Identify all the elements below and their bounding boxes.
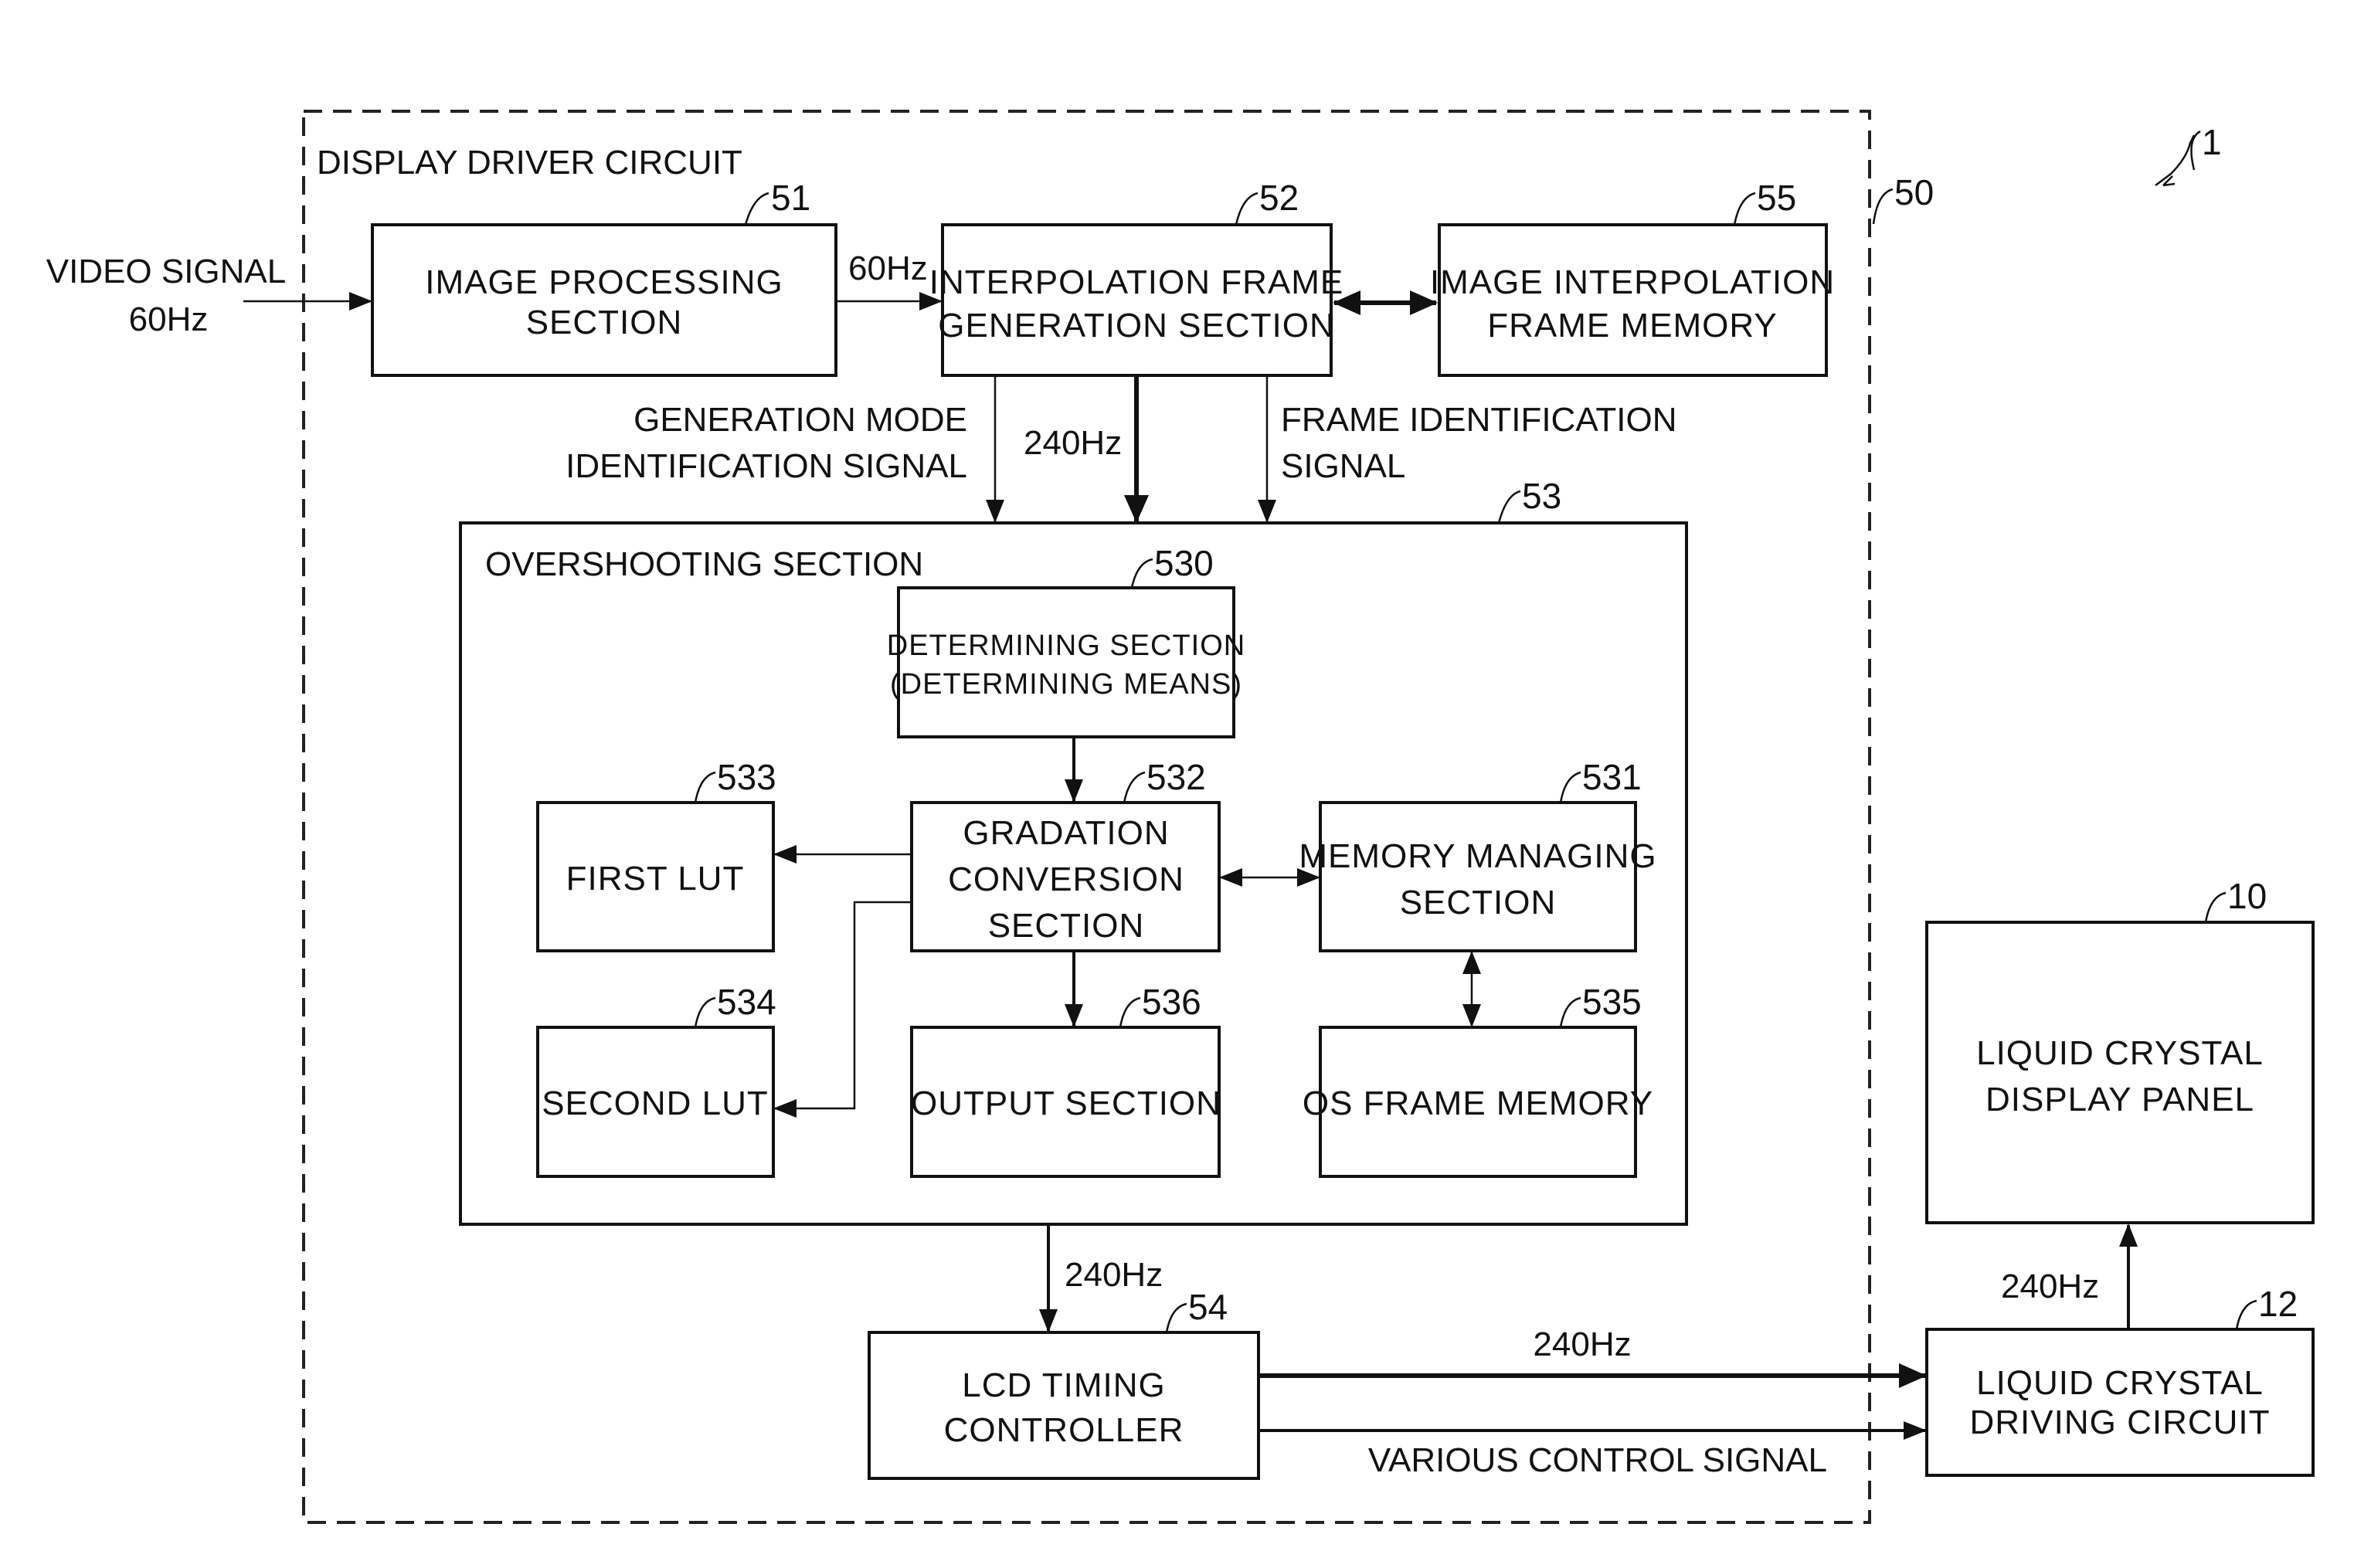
- block-text: MEMORY MANAGING: [1299, 837, 1656, 875]
- block-text: LIQUID CRYSTAL: [1976, 1034, 2264, 1072]
- signal-label-gen-mode-1: GENERATION MODE: [634, 401, 967, 439]
- signal-label-os-to-tc: 240Hz: [1065, 1256, 1163, 1294]
- ref-532: 532: [1146, 757, 1206, 797]
- block-text: CONTROLLER: [944, 1411, 1184, 1449]
- ref-530: 530: [1154, 543, 1214, 583]
- signal-label-video-freq: 60Hz: [129, 300, 209, 338]
- block-text: SECOND LUT: [542, 1084, 769, 1122]
- figure-ref-number: 1: [2202, 122, 2222, 162]
- block-text: DETERMINING SECTION: [887, 630, 1245, 662]
- signal-label-frame-id-2: SIGNAL: [1281, 447, 1405, 485]
- block-text: (DETERMINING MEANS): [890, 668, 1242, 701]
- signal-label-ifg-to-os: 240Hz: [1024, 424, 1122, 462]
- block-text: FRAME MEMORY: [1487, 307, 1777, 344]
- ref-10: 10: [2227, 876, 2267, 916]
- block-diagram: 1 DISPLAY DRIVER CIRCUIT 50 IMAGE PROCES…: [46, 110, 2315, 1524]
- block-text: GENERATION SECTION: [938, 307, 1334, 344]
- ref-535: 535: [1582, 982, 1642, 1022]
- block-text: LCD TIMING: [962, 1366, 1165, 1404]
- block-text: IMAGE INTERPOLATION: [1430, 263, 1835, 301]
- ref-531: 531: [1582, 757, 1642, 797]
- block-lcd-panel: LIQUID CRYSTAL DISPLAY PANEL 10: [1925, 876, 2315, 1224]
- figure-reference: 1: [2155, 122, 2222, 187]
- signal-label-driver-to-panel: 240Hz: [2001, 1268, 2099, 1305]
- block-text: SECTION: [988, 907, 1145, 945]
- block-text: LIQUID CRYSTAL: [1976, 1364, 2264, 1402]
- block-text: INTERPOLATION FRAME: [929, 263, 1343, 301]
- block-text: CONVERSION: [948, 860, 1184, 898]
- ref-52: 52: [1259, 178, 1299, 218]
- ref-51: 51: [771, 178, 810, 218]
- block-text: IMAGE PROCESSING: [425, 263, 783, 301]
- block-image-processing: IMAGE PROCESSING SECTION 51: [371, 178, 837, 377]
- ref-53: 53: [1522, 476, 1561, 516]
- ref-536: 536: [1142, 982, 1201, 1022]
- block-text: OS FRAME MEMORY: [1303, 1084, 1653, 1122]
- signal-label-frame-id-1: FRAME IDENTIFICATION: [1281, 401, 1677, 439]
- ref-54: 54: [1188, 1287, 1228, 1327]
- ref-12: 12: [2258, 1284, 2298, 1324]
- block-interpolation-frame-generation: INTERPOLATION FRAME GENERATION SECTION 5…: [929, 178, 1343, 377]
- ref-55: 55: [1757, 178, 1796, 218]
- block-text: SECTION: [1400, 884, 1557, 921]
- block-text: GRADATION: [963, 814, 1169, 852]
- ref-533: 533: [717, 757, 776, 797]
- block-lcd-driving-circuit: LIQUID CRYSTAL DRIVING CIRCUIT 12: [1925, 1284, 2315, 1477]
- ref-leader-50: [1872, 188, 1894, 225]
- ref-534: 534: [717, 982, 776, 1022]
- signal-label-tc-to-driver: 240Hz: [1533, 1325, 1631, 1363]
- block-text: OUTPUT SECTION: [911, 1084, 1221, 1122]
- block-text: SECTION: [526, 304, 683, 341]
- display-driver-circuit-label: DISPLAY DRIVER CIRCUIT: [317, 144, 742, 182]
- overshooting-label: OVERSHOOTING SECTION: [485, 545, 923, 583]
- block-text: FIRST LUT: [566, 860, 745, 898]
- ref-50: 50: [1894, 172, 1934, 212]
- signal-label-ip-to-ifg: 60Hz: [848, 249, 928, 287]
- signal-label-gen-mode-2: IDENTIFICATION SIGNAL: [566, 447, 967, 485]
- signal-label-control: VARIOUS CONTROL SIGNAL: [1368, 1441, 1827, 1479]
- block-text: DRIVING CIRCUIT: [1970, 1403, 2271, 1441]
- block-image-interpolation-frame-memory: IMAGE INTERPOLATION FRAME MEMORY 55: [1430, 178, 1835, 377]
- signal-label-video: VIDEO SIGNAL: [46, 253, 287, 290]
- block-text: DISPLAY PANEL: [1985, 1081, 2254, 1118]
- block-lcd-timing-controller: LCD TIMING CONTROLLER 54: [868, 1287, 1260, 1480]
